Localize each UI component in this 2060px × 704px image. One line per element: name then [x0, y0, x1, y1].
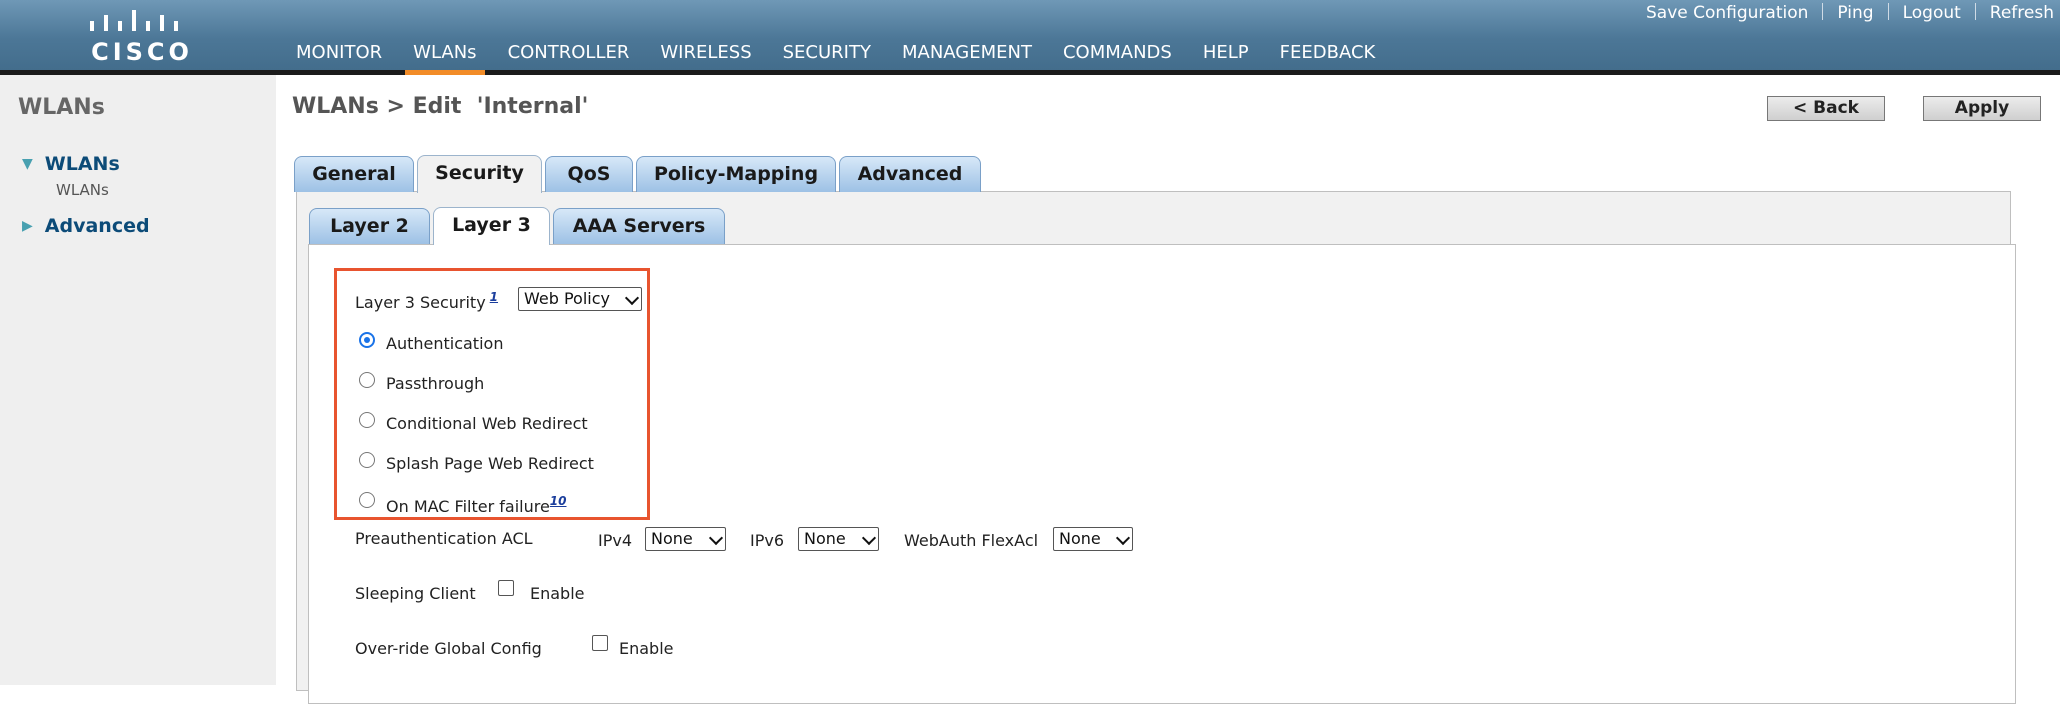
override-global-config-label: Over-ride Global Config — [355, 639, 542, 658]
sidebar: WLANs ▼ WLANs WLANs ▶ Advanced — [0, 75, 276, 685]
ipv4-acl-select[interactable]: None — [645, 527, 726, 551]
preauth-acl-label: Preauthentication ACL — [355, 529, 533, 548]
sidebar-title: WLANs — [18, 95, 105, 120]
nav-feedback[interactable]: FEEDBACK — [1276, 41, 1380, 75]
logout-link[interactable]: Logout — [1903, 3, 1961, 23]
ipv6-label: IPv6 — [750, 531, 785, 550]
webauth-flexacl-value: None — [1059, 529, 1101, 548]
tab-layer-2[interactable]: Layer 2 — [309, 208, 430, 244]
highlight-box — [334, 268, 650, 520]
ipv4-acl-value: None — [651, 529, 693, 548]
nav-wlans[interactable]: WLANs — [405, 41, 485, 75]
nav-commands[interactable]: COMMANDS — [1059, 41, 1176, 75]
webauth-flexacl-select[interactable]: None — [1053, 527, 1133, 551]
tab-policy-mapping[interactable]: Policy-Mapping — [636, 156, 836, 192]
nav-security[interactable]: SECURITY — [779, 41, 875, 75]
sidebar-item-label: WLANs — [44, 153, 120, 175]
refresh-link[interactable]: Refresh — [1990, 3, 2054, 23]
sleeping-client-label: Sleeping Client — [355, 584, 476, 603]
main-nav: MONITOR WLANs CONTROLLER WIRELESS SECURITY MA… — [292, 41, 1402, 75]
back-button[interactable]: < Back — [1767, 96, 1885, 121]
chevron-down-icon — [1115, 530, 1131, 546]
tab-advanced[interactable]: Advanced — [839, 156, 981, 192]
cisco-logo: CISCO — [82, 8, 202, 66]
utility-links: Save Configuration Ping Logout Refresh — [1646, 3, 2054, 23]
nav-management[interactable]: MANAGEMENT — [898, 41, 1036, 75]
ping-link[interactable]: Ping — [1837, 3, 1873, 23]
tab-general[interactable]: General — [294, 156, 414, 192]
apply-button[interactable]: Apply — [1923, 96, 2041, 121]
override-global-config-checkbox[interactable] — [592, 635, 608, 651]
tab-layer-3[interactable]: Layer 3 — [433, 207, 550, 245]
sleeping-client-enable-label: Enable — [530, 584, 585, 603]
divider — [1822, 3, 1824, 20]
ipv4-label: IPv4 — [598, 531, 633, 550]
cisco-bridge-icon — [90, 10, 178, 31]
nav-wireless[interactable]: WIRELESS — [656, 41, 755, 75]
tab-qos[interactable]: QoS — [545, 156, 633, 192]
nav-monitor[interactable]: MONITOR — [292, 41, 386, 75]
tab-aaa-servers[interactable]: AAA Servers — [553, 208, 725, 244]
ipv6-acl-select[interactable]: None — [798, 527, 879, 551]
tab-security[interactable]: Security — [417, 155, 542, 193]
override-global-config-enable-label: Enable — [619, 639, 674, 658]
triangle-down-icon: ▼ — [22, 156, 33, 172]
webauth-flexacl-label: WebAuth FlexAcl — [904, 531, 1039, 550]
triangle-right-icon: ▶ — [22, 218, 33, 234]
top-header: CISCO Save Configuration Ping Logout Refres… — [0, 0, 2060, 75]
divider — [1887, 3, 1889, 20]
sidebar-item-label: Advanced — [44, 215, 150, 237]
divider — [1974, 3, 1976, 20]
ipv6-acl-value: None — [804, 529, 846, 548]
sleeping-client-checkbox[interactable] — [498, 580, 514, 596]
cisco-wordmark: CISCO — [91, 38, 193, 66]
chevron-down-icon — [861, 530, 877, 546]
nav-help[interactable]: HELP — [1199, 41, 1253, 75]
sidebar-item-wlans[interactable]: ▼ WLANs — [22, 153, 120, 175]
sidebar-item-advanced[interactable]: ▶ Advanced — [22, 215, 150, 237]
sidebar-subitem-wlans[interactable]: WLANs — [56, 181, 109, 199]
nav-controller[interactable]: CONTROLLER — [504, 41, 634, 75]
save-configuration-link[interactable]: Save Configuration — [1646, 3, 1808, 23]
chevron-down-icon — [708, 530, 724, 546]
breadcrumb: WLANs > Edit 'Internal' — [292, 94, 589, 119]
